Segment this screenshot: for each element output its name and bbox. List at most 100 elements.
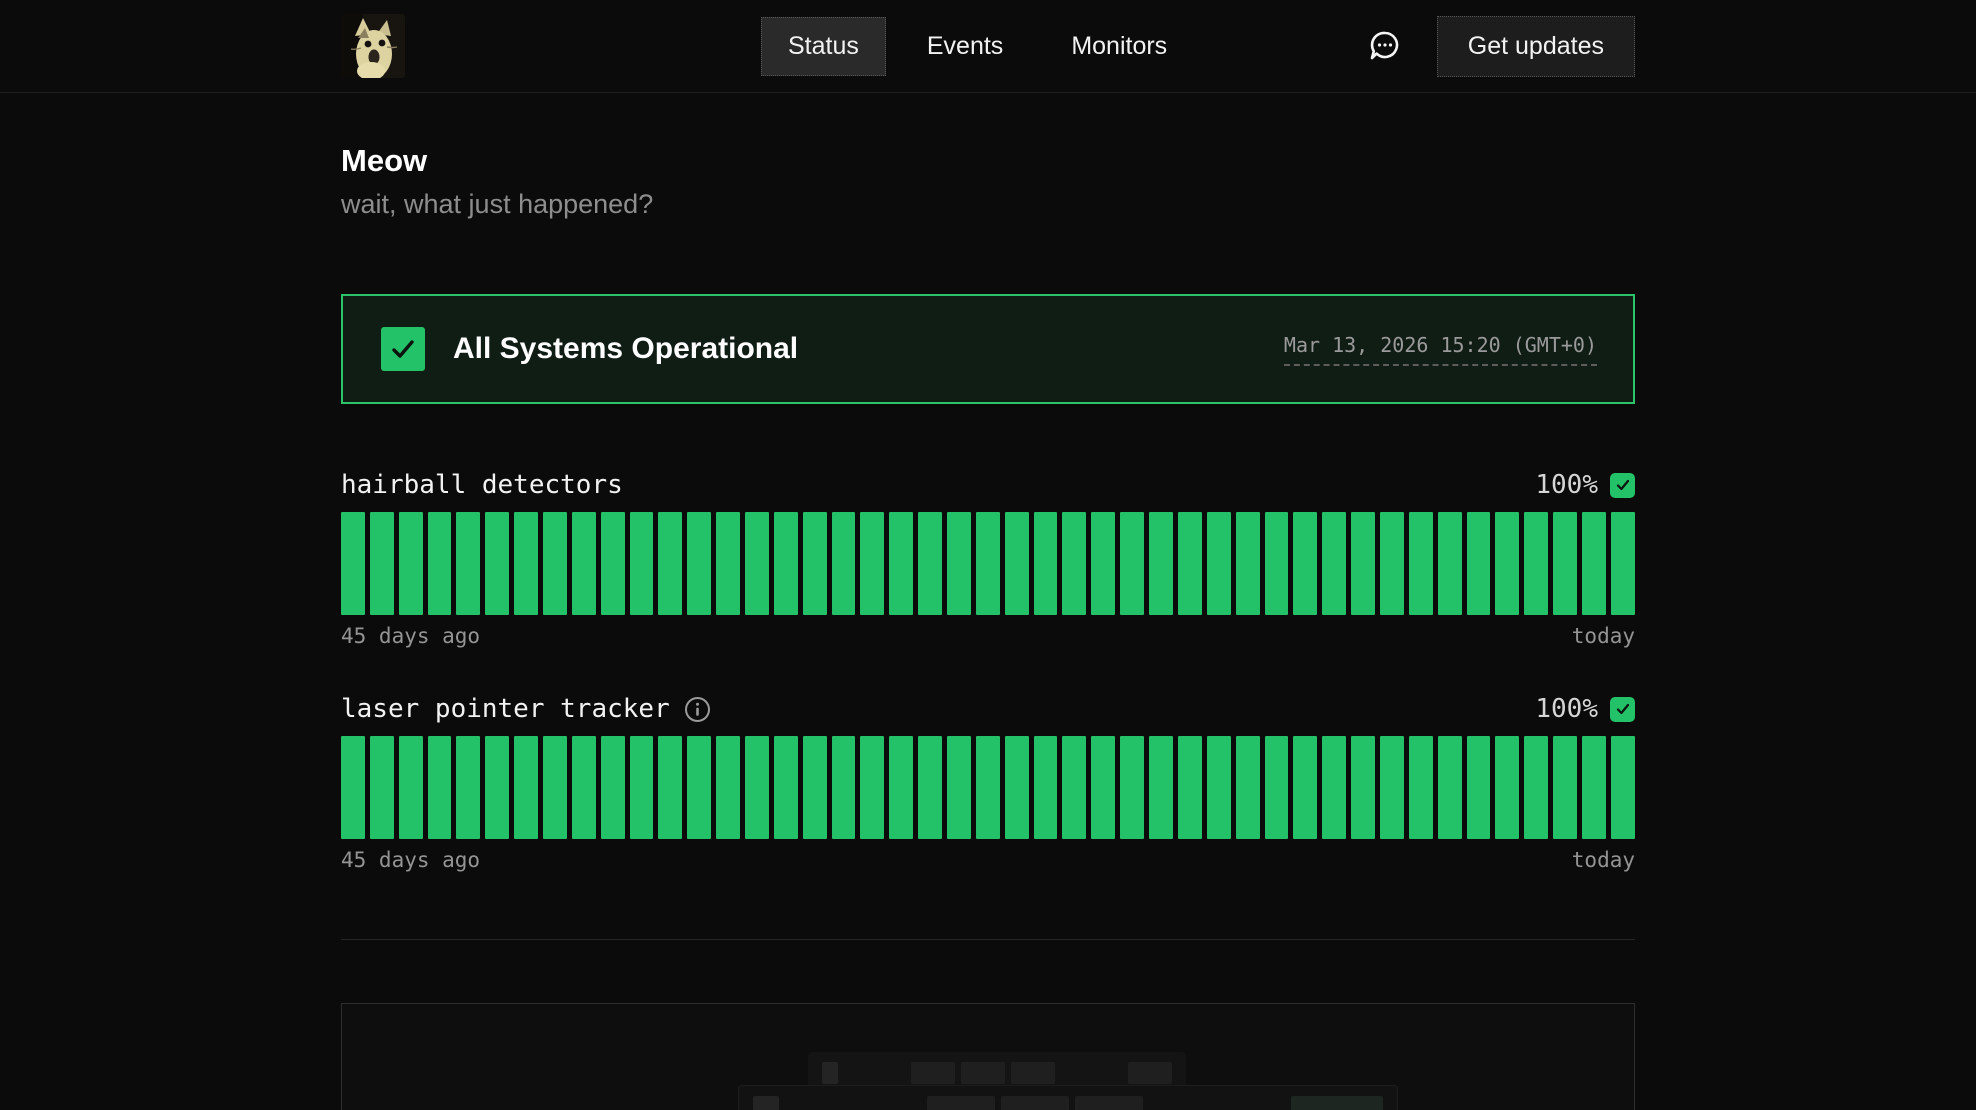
uptime-bar[interactable] bbox=[832, 512, 856, 615]
uptime-bar[interactable] bbox=[399, 736, 423, 839]
uptime-bar[interactable] bbox=[1582, 512, 1606, 615]
uptime-bar[interactable] bbox=[889, 736, 913, 839]
uptime-bar[interactable] bbox=[456, 736, 480, 839]
uptime-bar[interactable] bbox=[832, 736, 856, 839]
uptime-bar[interactable] bbox=[1467, 512, 1491, 615]
uptime-bar[interactable] bbox=[1438, 736, 1462, 839]
uptime-bar[interactable] bbox=[1149, 736, 1173, 839]
tab-status[interactable]: Status bbox=[761, 17, 886, 76]
uptime-bar[interactable] bbox=[399, 512, 423, 615]
uptime-bar[interactable] bbox=[1005, 736, 1029, 839]
uptime-bar[interactable] bbox=[428, 736, 452, 839]
uptime-bar[interactable] bbox=[745, 736, 769, 839]
uptime-bar[interactable] bbox=[1293, 736, 1317, 839]
uptime-bar[interactable] bbox=[918, 736, 942, 839]
range-end-label: today bbox=[1572, 848, 1635, 872]
site-logo[interactable] bbox=[341, 14, 405, 78]
uptime-bar[interactable] bbox=[543, 736, 567, 839]
uptime-bar[interactable] bbox=[1178, 736, 1202, 839]
uptime-bar[interactable] bbox=[1034, 512, 1058, 615]
uptime-bar[interactable] bbox=[658, 736, 682, 839]
uptime-bar[interactable] bbox=[918, 512, 942, 615]
uptime-bar[interactable] bbox=[1120, 512, 1144, 615]
uptime-bar[interactable] bbox=[860, 736, 884, 839]
uptime-bar[interactable] bbox=[1322, 512, 1346, 615]
uptime-bar[interactable] bbox=[774, 512, 798, 615]
uptime-bar[interactable] bbox=[485, 736, 509, 839]
uptime-bar[interactable] bbox=[1467, 736, 1491, 839]
uptime-bar[interactable] bbox=[976, 512, 1000, 615]
monitor-info-button[interactable] bbox=[684, 696, 711, 723]
uptime-bar[interactable] bbox=[1524, 512, 1548, 615]
uptime-bar[interactable] bbox=[1524, 736, 1548, 839]
uptime-bar[interactable] bbox=[1120, 736, 1144, 839]
tab-events[interactable]: Events bbox=[900, 17, 1030, 76]
uptime-bar[interactable] bbox=[543, 512, 567, 615]
uptime-bar[interactable] bbox=[630, 736, 654, 839]
uptime-bar[interactable] bbox=[716, 512, 740, 615]
uptime-bar[interactable] bbox=[947, 736, 971, 839]
uptime-bar[interactable] bbox=[803, 512, 827, 615]
uptime-bar[interactable] bbox=[1149, 512, 1173, 615]
uptime-bar[interactable] bbox=[341, 512, 365, 615]
uptime-bar[interactable] bbox=[1409, 736, 1433, 839]
uptime-bar[interactable] bbox=[1207, 736, 1231, 839]
uptime-bar[interactable] bbox=[860, 512, 884, 615]
uptime-bar[interactable] bbox=[370, 736, 394, 839]
uptime-bar[interactable] bbox=[428, 512, 452, 615]
uptime-bar[interactable] bbox=[716, 736, 740, 839]
uptime-bar[interactable] bbox=[1553, 736, 1577, 839]
uptime-bar[interactable] bbox=[687, 736, 711, 839]
uptime-bar[interactable] bbox=[745, 512, 769, 615]
tab-monitors[interactable]: Monitors bbox=[1044, 17, 1194, 76]
uptime-bar[interactable] bbox=[1062, 736, 1086, 839]
uptime-bar[interactable] bbox=[1265, 512, 1289, 615]
uptime-bar[interactable] bbox=[572, 736, 596, 839]
uptime-bar[interactable] bbox=[976, 736, 1000, 839]
uptime-bar[interactable] bbox=[947, 512, 971, 615]
uptime-bar[interactable] bbox=[485, 512, 509, 615]
uptime-bar[interactable] bbox=[1351, 512, 1375, 615]
uptime-bar[interactable] bbox=[630, 512, 654, 615]
uptime-bar[interactable] bbox=[370, 512, 394, 615]
uptime-bar[interactable] bbox=[1495, 736, 1519, 839]
uptime-bar[interactable] bbox=[572, 512, 596, 615]
uptime-bar[interactable] bbox=[1293, 512, 1317, 615]
uptime-bar[interactable] bbox=[1322, 736, 1346, 839]
uptime-bar[interactable] bbox=[1611, 512, 1635, 615]
uptime-bar[interactable] bbox=[1380, 736, 1404, 839]
uptime-bar[interactable] bbox=[1236, 736, 1260, 839]
uptime-bar[interactable] bbox=[1091, 512, 1115, 615]
uptime-bar[interactable] bbox=[1380, 512, 1404, 615]
uptime-bar[interactable] bbox=[774, 736, 798, 839]
uptime-bar[interactable] bbox=[687, 512, 711, 615]
uptime-bar[interactable] bbox=[889, 512, 913, 615]
uptime-bar[interactable] bbox=[1553, 512, 1577, 615]
uptime-bar[interactable] bbox=[1495, 512, 1519, 615]
uptime-bar[interactable] bbox=[1034, 736, 1058, 839]
uptime-bar[interactable] bbox=[1582, 736, 1606, 839]
uptime-bar[interactable] bbox=[1005, 512, 1029, 615]
uptime-bar[interactable] bbox=[1207, 512, 1231, 615]
uptime-bar[interactable] bbox=[1438, 512, 1462, 615]
uptime-bar[interactable] bbox=[1611, 736, 1635, 839]
uptime-bar[interactable] bbox=[1062, 512, 1086, 615]
uptime-bar[interactable] bbox=[601, 512, 625, 615]
uptime-bar[interactable] bbox=[456, 512, 480, 615]
status-timestamp[interactable]: Mar 13, 2026 15:20 (GMT+0) bbox=[1284, 333, 1597, 366]
uptime-bar[interactable] bbox=[514, 736, 538, 839]
uptime-bar[interactable] bbox=[658, 512, 682, 615]
get-updates-button[interactable]: Get updates bbox=[1437, 16, 1635, 77]
uptime-bar[interactable] bbox=[341, 736, 365, 839]
mini-logo bbox=[753, 1096, 779, 1110]
uptime-bar[interactable] bbox=[514, 512, 538, 615]
feedback-chat-button[interactable] bbox=[1367, 28, 1403, 64]
uptime-bar[interactable] bbox=[1178, 512, 1202, 615]
uptime-bar[interactable] bbox=[1351, 736, 1375, 839]
uptime-bar[interactable] bbox=[601, 736, 625, 839]
uptime-bar[interactable] bbox=[1236, 512, 1260, 615]
uptime-bar[interactable] bbox=[803, 736, 827, 839]
uptime-bar[interactable] bbox=[1265, 736, 1289, 839]
uptime-bar[interactable] bbox=[1091, 736, 1115, 839]
uptime-bar[interactable] bbox=[1409, 512, 1433, 615]
